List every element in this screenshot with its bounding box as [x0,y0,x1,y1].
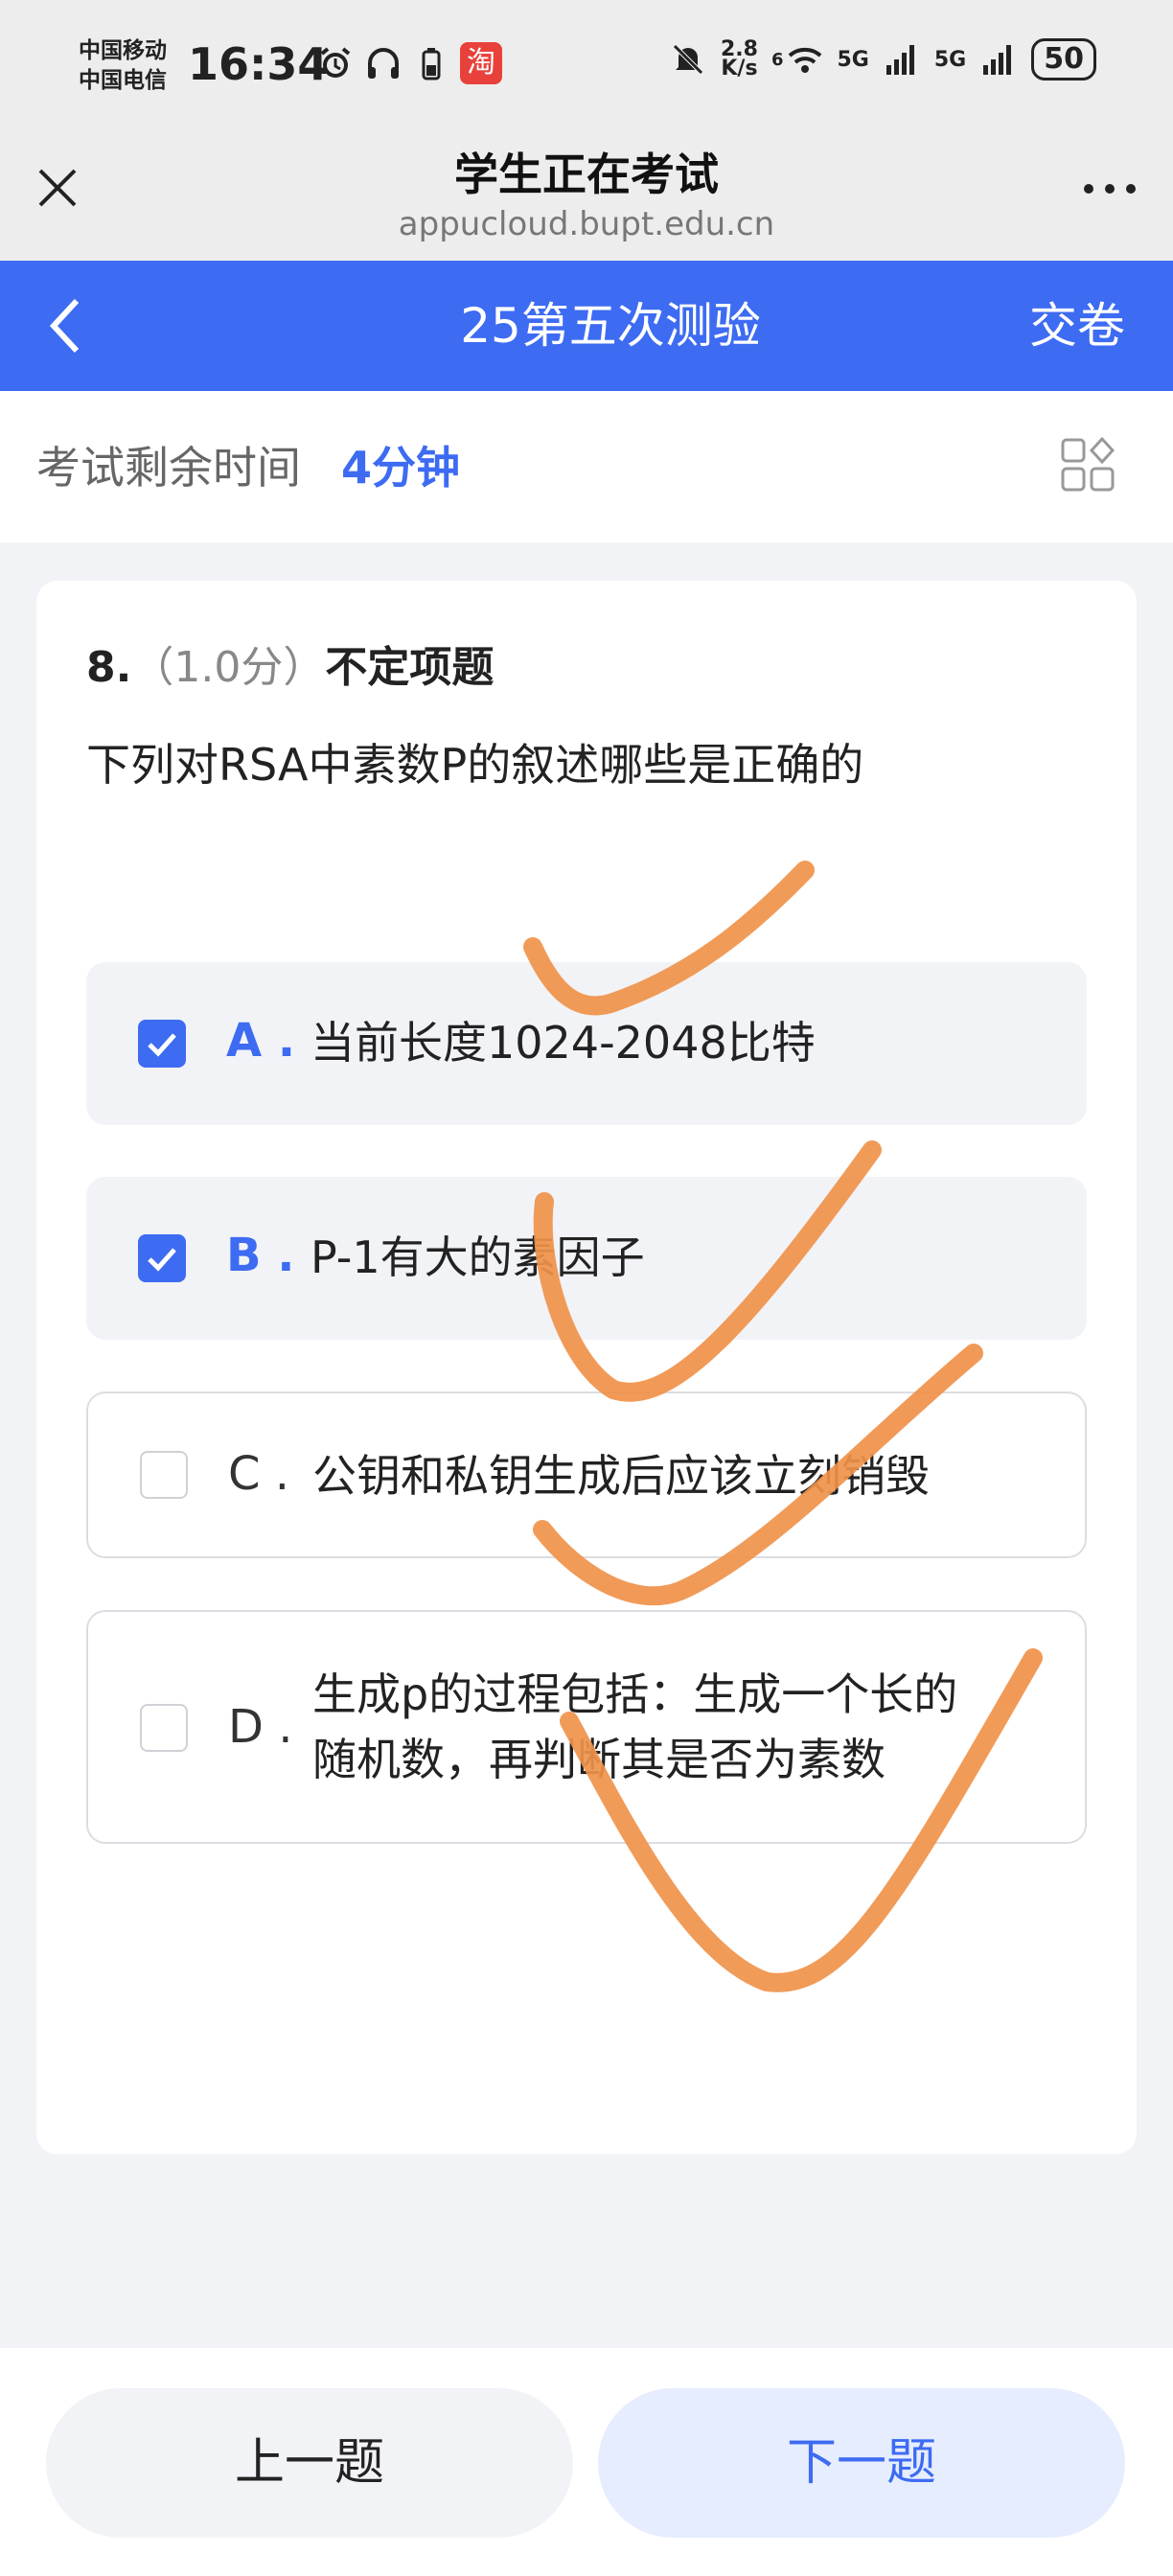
option-letter: B . [226,1229,295,1282]
question-type: 不定项题 [325,643,494,692]
status-icons-right: 2.8 K/s 6 5G 5G 50 [669,38,1096,80]
question-number: 8. [86,643,132,692]
previous-question-button[interactable]: 上一题 [46,2388,573,2538]
carrier-names: 中国移动 中国电信 [79,36,167,96]
option-text: 公钥和私钥生成后应该立刻销毁 [312,1450,930,1502]
net-speed-unit: K/s [721,57,758,80]
option-letter: D . [228,1700,293,1754]
taobao-icon: 淘 [460,42,502,84]
option-text-line: 生成p的过程包括：生成一个长的 [312,1668,958,1720]
remaining-time-label: 考试剩余时间 [36,442,301,494]
browser-title: 学生正在考试 [454,149,719,200]
checkbox-unchecked-icon[interactable] [140,1451,188,1499]
submit-exam-button[interactable]: 交卷 [1029,288,1125,356]
status-bar: 中国移动 中国电信 16:34 淘 2.8 K/s 6 5G 5G 50 [0,0,1173,134]
wifi-label: 6 [770,49,784,70]
question-card [36,581,1137,2154]
alarm-icon [320,47,351,78]
option-d[interactable]: D . 生成p的过程包括：生成一个长的 随机数，再判断其是否为素数 [86,1610,1087,1844]
exam-title: 25第五次测验 [460,298,761,354]
headphones-icon [368,48,399,79]
battery-indicator: 50 [1031,38,1096,80]
next-question-button[interactable]: 下一题 [598,2388,1125,2538]
signal-icon-1 [886,45,914,75]
net-speed: 2.8 K/s [721,39,758,80]
question-text: 下列对RSA中素数P的叙述哪些是正确的 [86,739,864,791]
more-options-icon[interactable] [1081,174,1138,203]
signal-label-2: 5G [933,47,967,72]
carrier-2: 中国电信 [79,68,167,93]
option-text: P-1有大的素因子 [310,1231,645,1283]
browser-url: appucloud.bupt.edu.cn [398,205,775,243]
signal-label-1: 5G [837,47,869,72]
option-letter: A . [226,1014,296,1068]
option-c[interactable]: C . 公钥和私钥生成后应该立刻销毁 [86,1392,1087,1558]
wifi-icon [788,47,821,73]
signal-icon-2 [983,45,1012,75]
checkbox-checked-icon[interactable] [138,1234,186,1282]
option-text: 当前长度1024-2048比特 [310,1017,816,1069]
checkbox-unchecked-icon[interactable] [140,1704,188,1752]
option-b[interactable]: B . P-1有大的素因子 [86,1177,1087,1340]
option-text: 生成p的过程包括：生成一个长的 随机数，再判断其是否为素数 [312,1662,957,1792]
question-header: 8.（1.0分）不定项题 [86,632,494,694]
status-icons-left: 淘 [316,42,502,84]
option-a[interactable]: A . 当前长度1024-2048比特 [86,962,1087,1125]
battery-small-icon [422,48,441,80]
clock: 16:34 [188,38,329,90]
question-grid-icon[interactable] [1060,437,1116,493]
carrier-1: 中国移动 [79,38,167,63]
remaining-time-value: 4分钟 [341,442,461,494]
option-text-line: 随机数，再判断其是否为素数 [312,1734,886,1785]
checkbox-checked-icon[interactable] [138,1020,186,1068]
mute-bell-icon [673,44,703,75]
option-letter: C . [228,1447,290,1501]
question-score: （1.0分） [131,643,326,692]
